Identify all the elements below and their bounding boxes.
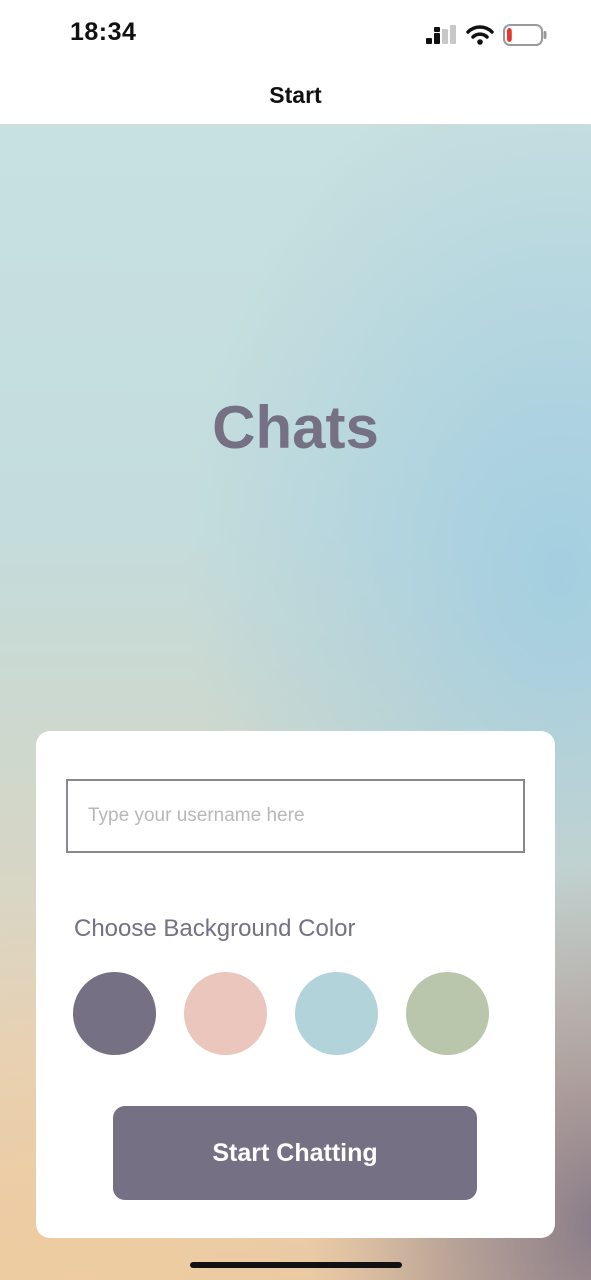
battery-icon <box>503 24 547 46</box>
color-swatch-2[interactable] <box>295 972 378 1055</box>
wifi-icon <box>466 25 494 45</box>
color-swatch-3[interactable] <box>406 972 489 1055</box>
nav-title: Start <box>269 82 322 108</box>
color-swatch-0[interactable] <box>73 972 156 1055</box>
app-title: Chats <box>212 394 379 461</box>
username-input[interactable] <box>66 779 525 853</box>
color-swatch-1[interactable] <box>184 972 267 1055</box>
color-label: Choose Background Color <box>74 915 356 942</box>
cellular-signal-icon <box>426 25 456 44</box>
status-bar: 18:34 <box>0 0 591 68</box>
start-chatting-button[interactable]: Start Chatting <box>113 1106 477 1200</box>
status-time: 18:34 <box>70 18 137 46</box>
start-form-card: Choose Background Color Start Chatting <box>36 731 555 1238</box>
home-indicator <box>190 1262 402 1268</box>
navigation-bar: Start <box>0 68 591 125</box>
